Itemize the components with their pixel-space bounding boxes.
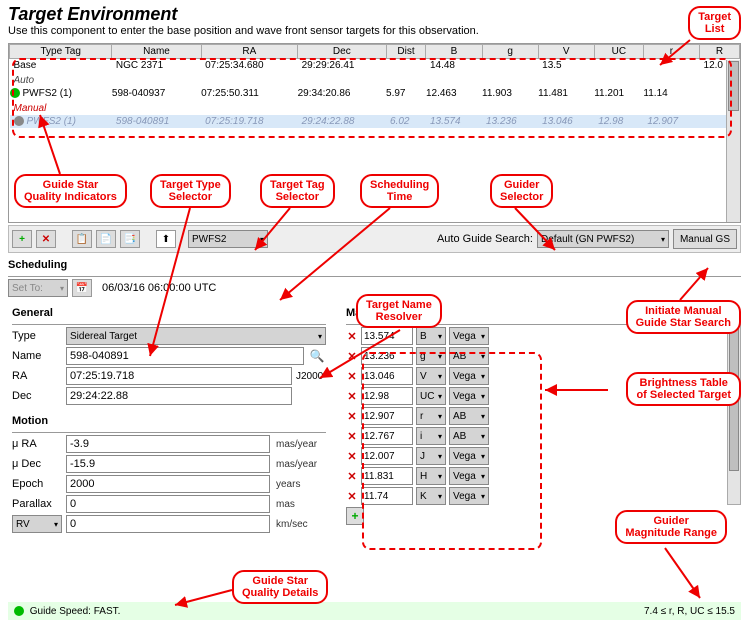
mu-ra-field[interactable] (66, 435, 270, 453)
callout: Target Type Selector (150, 174, 231, 208)
status-bar: Guide Speed: FAST. 7.4 ≤ r, R, UC ≤ 15.5 (8, 602, 741, 620)
mag-value-field[interactable] (361, 387, 413, 405)
table-row[interactable]: BaseNGC 237107:25:34.68029:29:26.4114.48… (10, 59, 740, 73)
callout: Target Tag Selector (260, 174, 335, 208)
name-field[interactable] (66, 347, 304, 365)
mag-band-selector[interactable]: r (416, 407, 446, 425)
scrollbar[interactable] (726, 60, 740, 222)
table-row: Auto (10, 72, 740, 87)
mag-system-selector[interactable]: AB (449, 407, 489, 425)
type-selector[interactable]: Sidereal Target (66, 327, 326, 345)
remove-mag-icon[interactable]: ✕ (346, 390, 358, 403)
add-mag-button[interactable]: + (346, 507, 364, 525)
mag-row: ✕ i AB (346, 427, 717, 445)
mag-value-field[interactable] (361, 407, 413, 425)
mag-band-selector[interactable]: V (416, 367, 446, 385)
scheduling-time: 06/03/16 06:00:00 UTC (102, 282, 216, 294)
mag-range: 7.4 ≤ r, R, UC ≤ 15.5 (644, 606, 735, 617)
mag-row: ✕ J Vega (346, 447, 717, 465)
remove-mag-icon[interactable]: ✕ (346, 370, 358, 383)
remove-mag-icon[interactable]: ✕ (346, 330, 358, 343)
callout: Brightness Table of Selected Target (626, 372, 741, 406)
calendar-button[interactable]: 📅 (72, 279, 92, 297)
remove-mag-icon[interactable]: ✕ (346, 410, 358, 423)
callout: Guide Star Quality Indicators (14, 174, 127, 208)
mag-row: ✕ K Vega (346, 487, 717, 505)
resolver-icon[interactable]: 🔍 (308, 347, 326, 365)
callout: Guider Magnitude Range (615, 510, 727, 544)
ra-field[interactable] (66, 367, 292, 385)
epoch-field[interactable] (66, 475, 270, 493)
mag-value-field[interactable] (361, 447, 413, 465)
mag-band-selector[interactable]: H (416, 467, 446, 485)
table-row[interactable]: PWFS2 (1)598-04089107:25:19.71829:24:22.… (10, 115, 740, 128)
subtitle: Use this component to enter the base pos… (0, 25, 749, 43)
ags-label: Auto Guide Search: (437, 233, 533, 245)
mag-system-selector[interactable]: Vega (449, 367, 489, 385)
manual-gs-button[interactable]: Manual GS (673, 229, 737, 249)
status-dot-icon (14, 606, 24, 616)
table-header-row: Type TagNameRADecDistBgVUCrR (10, 45, 740, 59)
scrollbar[interactable] (727, 319, 741, 505)
remove-mag-icon[interactable]: ✕ (346, 350, 358, 363)
mag-band-selector[interactable]: i (416, 427, 446, 445)
delete-button[interactable]: ✕ (36, 230, 56, 248)
mag-row: ✕ H Vega (346, 467, 717, 485)
mag-system-selector[interactable]: Vega (449, 387, 489, 405)
guider-selector[interactable]: Default (GN PWFS2) (537, 230, 669, 248)
paste-button[interactable]: 📄 (96, 230, 116, 248)
mag-band-selector[interactable]: UC (416, 387, 446, 405)
mag-band-selector[interactable]: g (416, 347, 446, 365)
add-button[interactable]: + (12, 230, 32, 248)
table-row: Manual (10, 100, 740, 115)
quality-dot-icon (10, 88, 20, 98)
parallax-field[interactable] (66, 495, 270, 513)
mag-value-field[interactable] (361, 347, 413, 365)
table-row[interactable]: PWFS2 (1)598-04093707:25:50.31129:34:20.… (10, 87, 740, 100)
rv-field[interactable] (66, 515, 270, 533)
remove-mag-icon[interactable]: ✕ (346, 490, 358, 503)
rv-selector[interactable]: RV (12, 515, 62, 533)
remove-mag-icon[interactable]: ✕ (346, 450, 358, 463)
page-title: Target Environment (0, 0, 749, 25)
mag-value-field[interactable] (361, 467, 413, 485)
mag-value-field[interactable] (361, 427, 413, 445)
dec-field[interactable] (66, 387, 292, 405)
mag-band-selector[interactable]: K (416, 487, 446, 505)
remove-mag-icon[interactable]: ✕ (346, 470, 358, 483)
mag-value-field[interactable] (361, 487, 413, 505)
callout: Target Name Resolver (356, 294, 442, 328)
tag-selector[interactable]: PWFS2 (188, 230, 268, 248)
quality-dot-icon (14, 116, 24, 126)
mag-value-field[interactable] (361, 327, 413, 345)
set-to-selector[interactable]: Set To: (8, 279, 68, 297)
primary-toggle[interactable]: ⬆ (156, 230, 176, 248)
mag-band-selector[interactable]: J (416, 447, 446, 465)
mu-dec-field[interactable] (66, 455, 270, 473)
scheduling-group: Scheduling Set To: 📅 06/03/16 06:00:00 U… (8, 257, 741, 297)
callout: Target List (688, 6, 741, 40)
remove-mag-icon[interactable]: ✕ (346, 430, 358, 443)
callout: Initiate Manual Guide Star Search (626, 300, 741, 334)
mag-system-selector[interactable]: Vega (449, 487, 489, 505)
mag-system-selector[interactable]: Vega (449, 467, 489, 485)
callout: Guider Selector (490, 174, 553, 208)
mag-row: ✕ g AB (346, 347, 717, 365)
callout: Guide Star Quality Details (232, 570, 328, 604)
dup-button[interactable]: 📑 (120, 230, 140, 248)
mag-system-selector[interactable]: Vega (449, 447, 489, 465)
mag-band-selector[interactable]: B (416, 327, 446, 345)
mag-row: ✕ r AB (346, 407, 717, 425)
copy-button[interactable]: 📋 (72, 230, 92, 248)
mag-system-selector[interactable]: AB (449, 347, 489, 365)
mag-system-selector[interactable]: Vega (449, 327, 489, 345)
toolbar: + ✕ 📋 📄 📑 ⬆ PWFS2 Auto Guide Search: Def… (8, 225, 741, 253)
mag-value-field[interactable] (361, 367, 413, 385)
mag-system-selector[interactable]: AB (449, 427, 489, 445)
callout: Scheduling Time (360, 174, 439, 208)
